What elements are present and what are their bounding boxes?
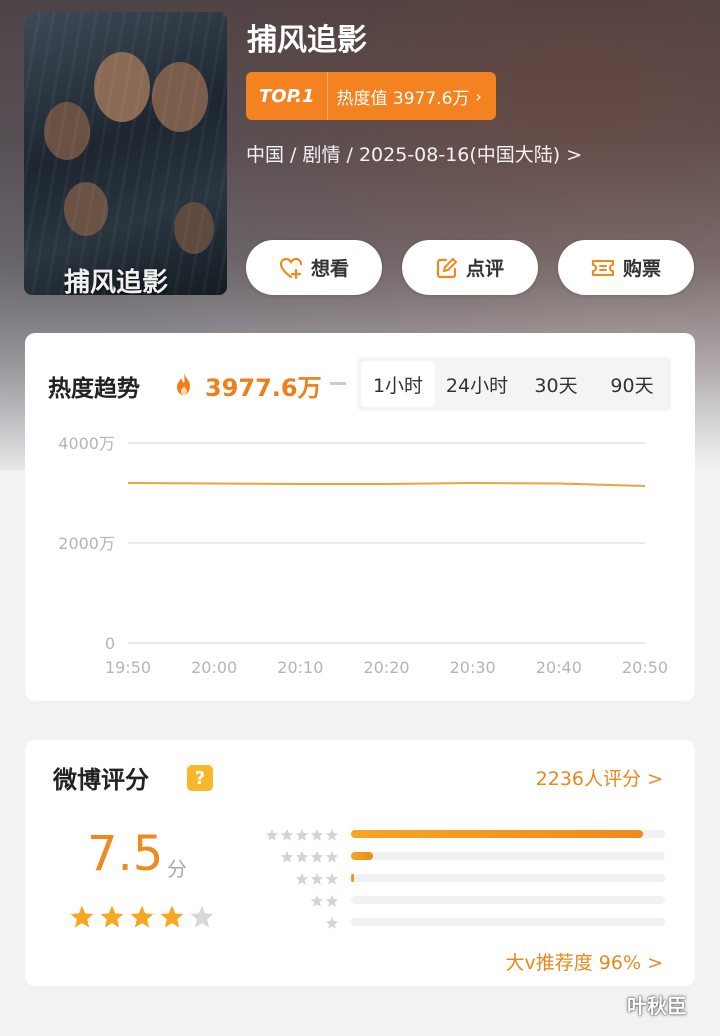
rating-distribution-row (265, 828, 665, 842)
tab-30-days[interactable]: 30天 (519, 361, 593, 407)
buy-ticket-label: 购票 (622, 258, 661, 280)
star-small-icon (325, 828, 339, 841)
mini-stars (280, 850, 339, 864)
time-range-tabs: 1小时 24小时 30天 90天 (357, 357, 671, 411)
heat-trend-title: 热度趋势 (48, 376, 140, 402)
help-icon[interactable]: ? (187, 765, 213, 791)
watermark: 叶秋臣 (627, 994, 687, 1018)
star-small-icon (310, 828, 324, 841)
star-small-icon (310, 894, 324, 907)
x-tick-label: 20:50 (622, 658, 668, 677)
distribution-track (351, 918, 665, 926)
star-small-icon (325, 850, 339, 863)
rating-count-link[interactable]: 2236人评分 > (536, 764, 663, 791)
fire-icon (177, 373, 190, 395)
poster-texture (24, 12, 227, 295)
distribution-track (351, 896, 665, 904)
rating-distribution-row (265, 850, 665, 864)
star-small-icon (280, 850, 294, 863)
rating-distribution-row (265, 872, 665, 886)
edit-icon (436, 257, 457, 278)
star-small-icon (295, 828, 309, 841)
weibo-rating-card: 微博评分 ? 2236人评分 > 7.5 分 大v推荐度 96% > (25, 740, 695, 986)
heart-plus-icon (279, 257, 303, 279)
x-tick-label: 20:20 (363, 658, 409, 677)
star-small-icon (280, 828, 294, 841)
heat-trend-chart: 4000万 2000万 0 19:50 20:00 20:10 20:20 20:30 20:4… (58, 434, 668, 677)
star-small-icon (265, 828, 279, 841)
star-empty-icon (190, 905, 214, 928)
y-tick-label: 2000万 (58, 534, 115, 553)
star-small-icon (325, 894, 339, 907)
star-small-icon (310, 850, 324, 863)
distribution-fill (351, 874, 355, 882)
star-small-icon (295, 872, 309, 885)
tab-24-hours[interactable]: 24小时 (435, 361, 519, 407)
heat-rank-badge[interactable]: TOP.1 热度值 3977.6万 › (246, 72, 496, 120)
rating-distribution-row (265, 916, 665, 930)
distribution-track (351, 830, 665, 838)
rating-score: 7.5 (87, 826, 164, 882)
x-tick-label: 20:10 (277, 658, 323, 677)
movie-poster[interactable]: 捕风追影 (24, 12, 227, 295)
star-filled-icon (160, 905, 184, 928)
heat-value-label: 热度值 3977.6万 (336, 88, 470, 109)
rank-label: TOP.1 (246, 72, 328, 120)
distribution-fill (351, 852, 373, 860)
buy-ticket-button[interactable]: 购票 (558, 240, 694, 295)
x-tick-label: 20:40 (536, 658, 582, 677)
want-to-watch-label: 想看 (310, 258, 349, 280)
heat-trend-card: 热度趋势 3977.6万 1小时 24小时 30天 90天 4000万 2000万… (25, 333, 695, 701)
distribution-track (351, 874, 665, 882)
movie-meta-link[interactable]: 中国 / 剧情 / 2025-08-16(中国大陆) > (246, 140, 582, 167)
distribution-track (351, 852, 665, 860)
chevron-right-icon: › (475, 86, 482, 106)
rating-distribution-row (265, 894, 665, 908)
rating-score-unit: 分 (167, 857, 187, 881)
star-small-icon (295, 850, 309, 863)
star-small-icon (325, 916, 339, 929)
mini-stars (325, 916, 339, 930)
distribution-fill (351, 830, 644, 838)
want-to-watch-button[interactable]: 想看 (246, 240, 382, 295)
movie-title: 捕风追影 (247, 23, 367, 58)
poster-title: 捕风追影 (64, 268, 169, 295)
rating-stars (69, 904, 215, 930)
y-tick-label: 4000万 (58, 434, 115, 453)
x-tick-label: 20:30 (450, 658, 496, 677)
heat-trend-value: 3977.6万 (205, 374, 322, 402)
tab-90-days[interactable]: 90天 (593, 361, 671, 407)
review-button[interactable]: 点评 (402, 240, 538, 295)
recommend-rate-link[interactable]: 大v推荐度 96% > (506, 948, 663, 975)
star-small-icon (310, 872, 324, 885)
mini-stars (265, 828, 339, 842)
y-tick-label: 0 (105, 634, 115, 653)
x-tick-label: 19:50 (105, 658, 151, 677)
rating-title: 微博评分 (53, 766, 149, 794)
x-tick-label: 20:00 (191, 658, 237, 677)
star-small-icon (325, 872, 339, 885)
review-label: 点评 (465, 258, 504, 280)
star-filled-icon (100, 905, 124, 928)
separator-dash (330, 382, 346, 385)
star-filled-icon (70, 905, 94, 928)
tab-1-hour[interactable]: 1小时 (361, 361, 435, 407)
ticket-icon (591, 259, 615, 276)
heat-series-line (127, 482, 646, 487)
mini-stars (295, 872, 339, 886)
star-filled-icon (130, 905, 154, 928)
mini-stars (310, 894, 339, 908)
